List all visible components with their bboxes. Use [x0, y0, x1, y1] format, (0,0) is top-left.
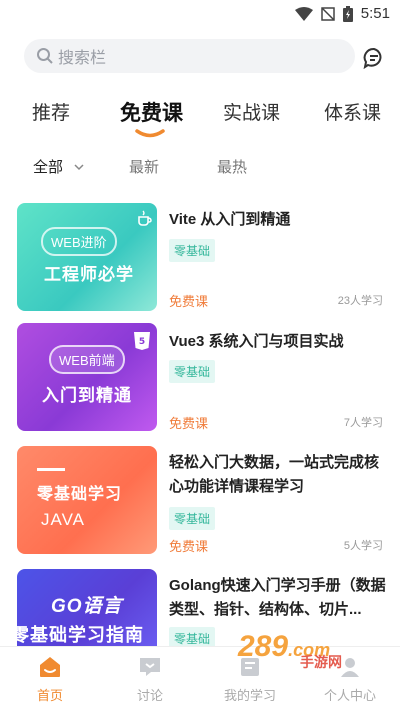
nav-home-label: 首页: [36, 688, 63, 703]
message-button[interactable]: [362, 46, 386, 70]
course-title: Vue3 系统入门与项目实战: [169, 333, 344, 350]
filter-hottest[interactable]: 最热: [217, 156, 247, 177]
battery-charging-icon: [342, 5, 353, 22]
nav-discussion[interactable]: 讨论: [100, 647, 200, 711]
tab-system-course[interactable]: 体系课: [324, 98, 381, 125]
search-input[interactable]: 搜索栏: [24, 39, 355, 73]
watermark-logo: 289.com 手游网: [238, 630, 388, 670]
level-badge: 零基础: [169, 507, 216, 530]
level-badge: 零基础: [169, 360, 216, 383]
learner-count: 23人学习: [337, 295, 383, 307]
course-thumbnail: WEB进阶 工程师必学: [17, 203, 157, 311]
course-thumbnail: 零基础学习 JAVA: [17, 446, 157, 554]
home-icon: [40, 657, 60, 677]
tab-free-course[interactable]: 免费课: [120, 97, 183, 127]
thumbnail-text: 零基础学习指南: [17, 625, 144, 645]
nav-home[interactable]: 首页: [0, 647, 100, 711]
nav-discussion-label: 讨论: [136, 688, 163, 703]
search-icon: [37, 48, 53, 64]
chevron-down-icon: [74, 164, 84, 171]
course-title: Vite 从入门到精通: [169, 211, 291, 228]
course-title: 轻松入门大数据，一站式完成核心功能详情课程学习: [169, 454, 380, 495]
course-card[interactable]: WEB进阶 工程师必学 Vite 从入门到精通 零基础 免费课 23人学习: [0, 203, 400, 315]
level-badge: 零基础: [169, 239, 216, 262]
course-thumbnail: GO语言 零基础学习指南: [17, 569, 157, 646]
price-label: 免费课: [169, 416, 209, 431]
no-signal-icon: [321, 6, 335, 21]
course-card[interactable]: 零基础学习 JAVA 轻松入门大数据，一站式完成核心功能详情课程学习 零基础 免…: [0, 446, 400, 558]
status-time: 5:51: [360, 5, 390, 22]
course-thumbnail: 5 WEB前端 入门到精通: [17, 323, 157, 431]
watermark-number: 289: [238, 630, 289, 663]
level-badge: 零基础: [169, 627, 216, 646]
thumbnail-text: JAVA: [41, 510, 85, 529]
thumbnail-text: 入门到精通: [42, 386, 132, 405]
html5-icon: 5: [134, 332, 150, 350]
discussion-icon: [140, 658, 160, 676]
thumbnail-tag: WEB进阶: [41, 227, 117, 256]
java-cup-icon: [138, 210, 152, 226]
tab-recommend[interactable]: 推荐: [32, 98, 70, 125]
thumbnail-tag: GO语言: [51, 596, 123, 617]
price-label: 免费课: [169, 539, 209, 554]
thumbnail-text: 工程师必学: [44, 265, 134, 284]
active-tab-indicator: [135, 129, 165, 138]
filter-all-label: 全部: [33, 159, 64, 176]
watermark-subtitle: 手游网: [300, 654, 342, 670]
status-icons: 5:51: [294, 5, 390, 22]
price-label: 免费课: [169, 294, 209, 309]
status-bar: 5:51: [0, 0, 400, 30]
nav-profile-label: 个人中心: [323, 688, 376, 703]
chat-bubble-icon: [363, 47, 382, 70]
nav-my-learning-label: 我的学习: [223, 688, 276, 703]
svg-text:5: 5: [139, 337, 145, 347]
thumbnail-tag: 零基础学习: [37, 486, 123, 503]
wifi-icon: [294, 6, 313, 21]
learner-count: 5人学习: [343, 540, 383, 552]
filter-newest[interactable]: 最新: [129, 156, 159, 177]
learner-count: 7人学习: [343, 417, 383, 429]
search-placeholder: 搜索栏: [58, 50, 107, 67]
filter-all[interactable]: 全部: [33, 156, 85, 177]
tab-practical-course[interactable]: 实战课: [223, 98, 280, 125]
thumbnail-decoration-line: [37, 468, 65, 471]
thumbnail-tag: WEB前端: [49, 345, 125, 374]
course-title: Golang快速入门学习手册（数据类型、指针、结构体、切片...: [169, 577, 386, 618]
course-card[interactable]: 5 WEB前端 入门到精通 Vue3 系统入门与项目实战 零基础 免费课 7人学…: [0, 323, 400, 435]
